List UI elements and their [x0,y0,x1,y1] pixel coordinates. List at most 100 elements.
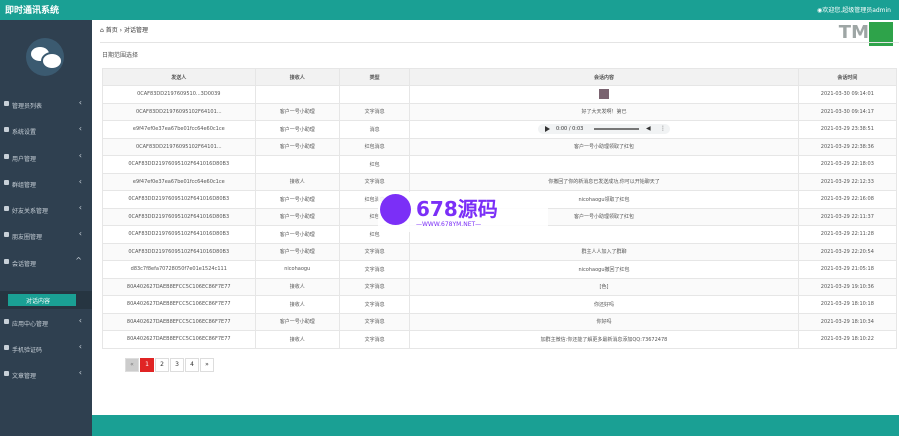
receiver-cell: 客户一号小助理 [254,102,340,121]
content-cell: 你还好吗 [409,295,799,314]
receiver-cell [254,155,340,174]
user-greeting[interactable]: ◉欢迎您,超级管理员admin [817,5,891,14]
receiver-cell: 接收人 [254,330,340,349]
table-row[interactable]: 0CAF83DD21976095102F64101... 客户一号小助理 文字消息 好… [102,102,898,121]
type-cell: 红包 [338,155,411,174]
sidebar-item-9[interactable]: 手机验证码 ‹ [0,336,92,362]
pagination-page-3[interactable]: 3 [170,358,184,372]
sender-cell: 80A402627DAEB8EFCC5C106EC86F7E77 [102,330,256,349]
table-row[interactable]: 80A402627DAEB8EFCC5C106EC86F7E77 接收人 文字消息 [… [102,277,898,296]
play-icon[interactable] [545,126,550,133]
table-row[interactable]: e9f47ef0e37ea67be01fcc64e60c1ce 客户一号小助理 消息… [102,120,898,139]
message-content: 客户一号小助理领取了红包 [573,144,634,151]
time-cell: 2021-03-29 21:05:18 [797,260,898,279]
sender-cell: 0CAF83DD21976095102F641016D80B3 [102,190,256,209]
receiver-cell: 客户一号小助理 [254,242,340,261]
audio-player[interactable]: 0:00 / 0:03 ◀ ⋮ [538,124,670,135]
content-cell: 群主人人加入了群聊 [409,242,799,261]
bottom-bar [92,415,899,436]
message-content: nicohaogu撤回了红包 [578,266,630,273]
breadcrumb-separator: › [119,27,123,34]
watermark-url: —WWW.678YM.NET— [416,221,482,228]
sidebar-item-2[interactable]: 系统设置 ‹ [0,118,92,144]
watermark-overlay: 678源码 —WWW.678YM.NET— [378,192,548,232]
receiver-cell: 接收人 [254,172,340,191]
breadcrumb: ⌂ 首页 › 对话管理 [100,25,148,34]
table-row[interactable]: 80A402627DAEB8EFCC5C106EC86F7E77 接收人 文字消息 你… [102,295,898,314]
message-content: 好了大天发啊！第已 [581,109,627,116]
time-cell: 2021-03-29 22:38:36 [797,137,898,156]
table-row[interactable]: 80A402627DAEB8EFCC5C106EC86F7E77 客户一号小助理文… [102,312,898,331]
sender-cell: 0CAF83DD21976095102F641016D80B3 [102,225,256,244]
sidebar-item-10[interactable]: 文章管理 ‹ [0,362,92,388]
nav-icon [4,206,9,211]
sidebar-item-label: 手机验证码 [12,347,43,354]
sidebar-item-6[interactable]: 朋友圈管理 ‹ [0,223,92,249]
sidebar-item-4[interactable]: 群组管理 ‹ [0,171,92,197]
breadcrumb-home[interactable]: 首页 [106,27,118,34]
sidebar-item-3[interactable]: 用户管理 ‹ [0,145,92,171]
time-cell: 2021-03-29 22:18:03 [797,155,898,174]
pagination-page-4[interactable]: 4 [185,358,199,372]
nav-icon [4,232,9,237]
date-filter-label[interactable]: 日期范围选择 [102,50,138,59]
sidebar-item-8[interactable]: 应用中心管理 ‹ [0,310,92,336]
type-cell: 红包消息 [338,137,411,156]
chevron-icon: ‹ [78,316,82,325]
receiver-cell: 客户一号小助理 [254,225,340,244]
table-row[interactable]: 0CAF83DD21976095102F64101... 客户一号小助理 红包消息 客… [102,137,898,156]
column-header: 会话内容 [409,68,799,86]
sender-cell: 0CAF83DD2197609510...3D0039 [102,85,256,104]
time-cell: 2021-03-29 22:11:28 [797,225,898,244]
nav-icon [4,259,9,264]
chevron-icon: ‹ [78,124,82,133]
table-row[interactable]: 0CAF83DD21976095102F641016D80B3 红包 2021-03… [102,155,898,174]
pagination-page-1[interactable]: 1 [140,358,154,372]
time-cell: 2021-03-29 18:10:18 [797,295,898,314]
watermark-brand: 678源码 [416,197,498,221]
sidebar-item-7[interactable]: 会话管理 ^ [0,250,92,276]
more-icon[interactable]: ⋮ [660,125,666,132]
table-row[interactable]: 80A402627DAEB8EFCC5C106EC86F7E77 接收人 文字消息 加… [102,330,898,349]
sender-cell: 80A402627DAEB8EFCC5C106EC86F7E77 [102,312,256,331]
message-content: [色] [599,284,609,291]
chevron-icon: ‹ [78,151,82,160]
volume-icon[interactable]: ◀ [646,125,651,132]
type-cell: 文字消息 [338,260,411,279]
divider [100,42,899,43]
sidebar-item-5[interactable]: 好友关系管理 ‹ [0,197,92,223]
sidebar-item-label: 朋友圈管理 [12,234,43,241]
breadcrumb-current: 对话管理 [124,27,149,34]
table-row[interactable]: 0CAF83DD2197609510...3D0039 2021-03-30 09… [102,85,898,104]
pagination-page-2[interactable]: 2 [155,358,169,372]
message-content: 群主人人加入了群聊 [581,249,627,256]
receiver-cell: 接收人 [254,295,340,314]
type-cell: 文字消息 [338,277,411,296]
audio-progress[interactable] [594,128,639,131]
pagination-next-button[interactable]: » [200,358,214,372]
sidebar: 管理员列表 ‹ 系统设置 ‹ 用户管理 ‹ 群组管理 ‹ 好友关系管理 ‹ 朋友圈管理 ‹ 会话管理 ^ 应… [0,20,92,436]
watermark-logo-icon [380,194,411,225]
image-thumbnail[interactable] [599,89,609,100]
table-row[interactable]: e9f47ef0e37ea67be01fcc64e60c1ce 接收人 文字消息 你撤… [102,172,898,191]
sender-cell: 0CAF83DD21976095102F641016D80B3 [102,207,256,226]
receiver-cell: 客户一号小助理 [254,120,340,139]
time-cell: 2021-03-29 22:20:54 [797,242,898,261]
column-header: 发送人 [102,68,256,86]
table-row[interactable]: d83c7f8efa70728050f7e01e1524c111 nicohaog… [102,260,898,279]
type-cell: 文字消息 [338,330,411,349]
time-cell: 2021-03-29 23:38:51 [797,120,898,139]
chat-logo-icon [26,38,64,76]
pagination-prev-button[interactable]: « [125,358,139,372]
sidebar-item-label: 好友关系管理 [12,208,49,215]
sender-cell: 0CAF83DD21976095102F641016D80B3 [102,155,256,174]
content-cell: [色] [409,277,799,296]
sidebar-item-1[interactable]: 管理员列表 ‹ [0,92,92,118]
sender-cell: 0CAF83DD21976095102F64101... [102,102,256,121]
sidebar-item-label: 应用中心管理 [12,321,49,328]
table-row[interactable]: 0CAF83DD21976095102F641016D80B3 客户一号小助理 文字… [102,242,898,261]
tm-logo: TM [838,22,869,43]
column-header: 接收人 [254,68,340,86]
subnav-chat-content[interactable]: 对话内容 [0,291,92,309]
sender-cell: e9f47ef0e37ea67be01fcc64e60c1ce [102,120,256,139]
